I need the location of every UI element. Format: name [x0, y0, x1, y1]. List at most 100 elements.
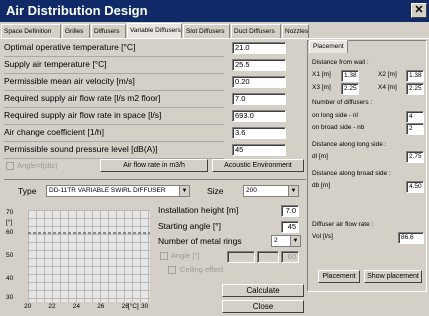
size-label: Size — [207, 186, 224, 196]
close-button[interactable]: Close — [222, 300, 304, 313]
tab-bar: Space Definition Grilles Diffusers Varia… — [0, 23, 429, 38]
optimal-temp-input[interactable]: 21.0 — [232, 42, 286, 54]
broad-side-label: on broad side - nb — [312, 124, 365, 131]
chart-plot — [28, 232, 150, 234]
tab-space-definition[interactable]: Space Definition — [1, 24, 61, 38]
title-bar: Air Distribution Design ✕ — [0, 0, 429, 22]
db-input[interactable]: 4.50 — [406, 181, 424, 193]
ceiling-effect-checkbox[interactable] — [168, 266, 176, 274]
y-tick-label: 30 — [6, 294, 14, 301]
dl-label: dl [m] — [312, 153, 328, 160]
angle-label: Angle [°] — [171, 251, 200, 260]
y-tick-label: 50 — [6, 252, 14, 259]
tab-duct-diffusers[interactable]: Duct Diffusers — [231, 24, 281, 38]
divider — [4, 141, 224, 142]
param-label-optimal-temp: Optimal operative temperature [°C] — [4, 42, 136, 52]
x4-label: X4 [m] — [378, 84, 397, 91]
vol-label: Vol [l/s] — [312, 233, 333, 240]
distance-long-label: Distance along long side : — [312, 141, 387, 148]
metal-rings-select[interactable]: 2 ▼ — [271, 235, 301, 247]
x4-input[interactable]: 2.25 — [406, 83, 424, 95]
angle-mid-input[interactable] — [257, 251, 279, 263]
divider — [4, 90, 224, 91]
sound-level-input[interactable]: 45 — [232, 144, 286, 156]
tab-nozzles[interactable]: Nozzles — [282, 24, 309, 38]
angle-temperature-chart — [28, 210, 150, 302]
divider — [4, 107, 224, 108]
flow-rate-space-input[interactable]: 693.0 — [232, 110, 286, 122]
x2-input[interactable]: 1.38 — [406, 70, 424, 82]
tab-diffusers[interactable]: Diffusers — [91, 24, 126, 38]
x3-label: X3 [m] — [312, 84, 331, 91]
ceiling-effect-label: Ceiling effect — [180, 265, 224, 274]
installation-height-input[interactable]: 7.0 — [281, 205, 299, 217]
air-change-input[interactable]: 3.6 — [232, 127, 286, 139]
divider — [4, 124, 224, 125]
divider — [4, 73, 224, 74]
x1-label: X1 [m] — [312, 71, 331, 78]
number-of-diffusers-label: Number of diffusers : — [312, 99, 373, 106]
chevron-down-icon: ▼ — [290, 236, 300, 246]
y-tick-label: 40 — [6, 275, 14, 282]
param-label-supply-temp: Supply air temperature [°C] — [4, 59, 107, 69]
x-tick-label: 22 — [48, 303, 56, 310]
y-tick-label: 60 — [6, 229, 14, 236]
divider — [4, 56, 224, 57]
group-divider — [4, 179, 306, 180]
show-placement-button[interactable]: Show placement — [364, 270, 422, 283]
angle-max-input[interactable]: 60 — [281, 251, 299, 263]
x-tick-label: 20 — [24, 303, 32, 310]
diffuser-type-value: DD-11TR VARIABLE SWIRL DIFFUSER — [49, 187, 166, 194]
x3-input[interactable]: 2.25 — [341, 83, 359, 95]
distance-from-wall-label: Distance from wall : — [312, 59, 369, 66]
x1-input[interactable]: 1.38 — [341, 70, 359, 82]
placement-button[interactable]: Placement — [318, 270, 360, 283]
x2-label: X2 [m] — [378, 71, 397, 78]
metal-rings-value: 2 — [274, 237, 278, 244]
param-label-air-velocity: Permissible mean air velocity [m/s] — [4, 76, 135, 86]
vol-input[interactable]: 86.6 — [398, 232, 424, 244]
angle-min-input[interactable] — [227, 251, 255, 263]
tab-grilles[interactable]: Grilles — [62, 24, 90, 38]
param-label-air-change: Air change coefficient [1/h] — [4, 127, 105, 137]
db-label: db [m] — [312, 182, 331, 189]
close-icon[interactable]: ✕ — [411, 3, 427, 18]
window-title: Air Distribution Design — [6, 3, 148, 18]
flow-rate-floor-input[interactable]: 7.0 — [232, 93, 286, 105]
diffuser-air-flow-label: Diffuser air flow rate : — [312, 221, 374, 228]
x-axis-unit-label: [°C] — [127, 303, 139, 310]
chevron-down-icon: ▼ — [179, 186, 189, 196]
tab-variable-diffusers[interactable]: Variable Diffusers — [127, 23, 182, 38]
metal-rings-label: Number of metal rings — [158, 236, 242, 246]
size-select[interactable]: 200 ▼ — [243, 185, 299, 197]
acoustic-environment-button[interactable]: Acoustic Environment — [212, 159, 304, 172]
param-label-flow-rate-space: Required supply air flow rate in space [… — [4, 110, 162, 120]
diffuser-type-select[interactable]: DD-11TR VARIABLE SWIRL DIFFUSER ▼ — [46, 185, 190, 197]
y-axis-unit-label: [°] — [6, 219, 13, 226]
angle-checkbox[interactable] — [160, 252, 168, 260]
calculate-button[interactable]: Calculate — [222, 284, 304, 297]
tab-placement[interactable]: Placement — [309, 40, 348, 53]
angle-f-dtz-label: Angle=f(dtz) — [17, 161, 58, 170]
starting-angle-label: Starting angle [°] — [158, 221, 221, 231]
x-tick-label: 24 — [72, 303, 81, 310]
y-tick-label: 70 — [6, 209, 14, 216]
tab-slot-diffusers[interactable]: Slot Diffusers — [183, 24, 230, 38]
angle-f-dtz-checkbox[interactable] — [6, 162, 14, 170]
x-tick-label: 26 — [97, 303, 105, 310]
supply-temp-input[interactable]: 25.5 — [232, 59, 286, 71]
long-side-label: on long side - nl — [312, 112, 358, 119]
air-velocity-input[interactable]: 0.20 — [232, 76, 286, 88]
x-tick-label: 30 — [141, 303, 149, 310]
air-flow-m3h-button[interactable]: Air flow rate in m3/h — [100, 159, 208, 172]
type-label: Type — [18, 186, 37, 196]
distance-broad-label: Distance along broad side : — [312, 170, 391, 177]
chevron-down-icon: ▼ — [288, 186, 298, 196]
dl-input[interactable]: 2.75 — [406, 151, 424, 163]
param-label-sound-level: Permissible sound pressure level [dB(A)] — [4, 144, 158, 154]
nb-input[interactable]: 2 — [406, 123, 424, 135]
size-value: 200 — [246, 187, 257, 194]
starting-angle-input[interactable]: 45 — [281, 221, 299, 233]
nl-input[interactable]: 4 — [406, 111, 424, 123]
installation-height-label: Installation height [m] — [158, 205, 239, 215]
